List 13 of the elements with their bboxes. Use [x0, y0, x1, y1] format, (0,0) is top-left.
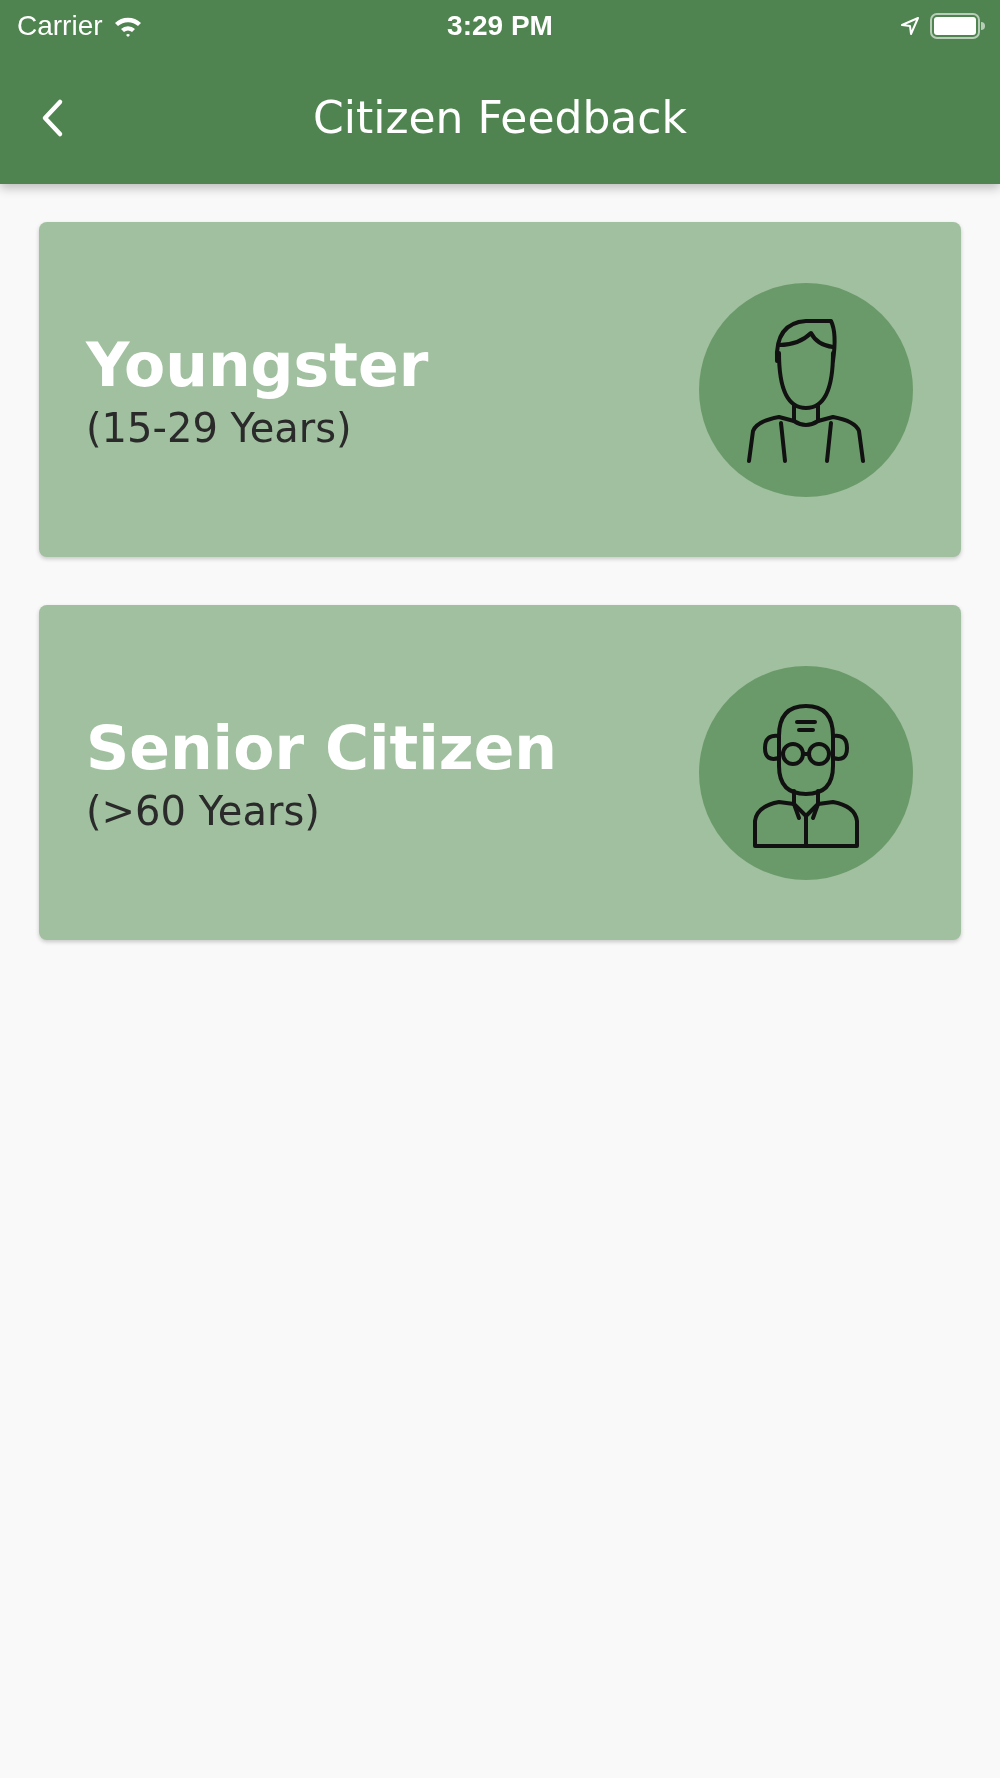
- category-title: Senior Citizen: [86, 711, 558, 784]
- young-person-icon: [699, 282, 913, 497]
- age-range: (15-29 Years): [86, 404, 353, 451]
- age-range: (>60 Years): [86, 787, 321, 834]
- old-person-with-glasses-icon: [699, 665, 913, 880]
- location-arrow-icon: [900, 15, 920, 36]
- battery-icon: [930, 12, 986, 39]
- category-card[interactable]: Senior Citizen (>60 Years): [39, 605, 961, 940]
- category-title: Youngster: [86, 328, 429, 401]
- status-time: 3:29 PM: [447, 9, 553, 42]
- screen-title: Citizen Feedback: [313, 92, 687, 143]
- carrier-name: Carrier: [17, 9, 103, 42]
- category-card[interactable]: Youngster (15-29 Years): [39, 222, 961, 557]
